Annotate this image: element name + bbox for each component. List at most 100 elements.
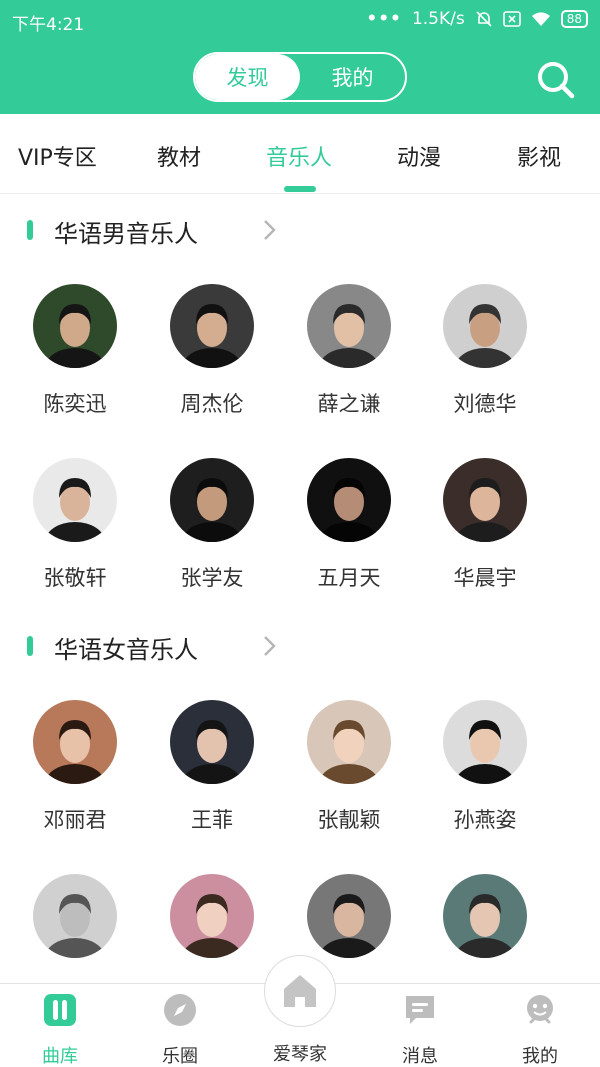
artist-card[interactable]: 陈奕迅	[15, 284, 135, 418]
mute-bell-icon	[476, 11, 492, 27]
nav-label: 我的	[522, 1046, 558, 1067]
avatar-photo	[443, 874, 527, 958]
artist-name: 张学友	[180, 566, 244, 590]
avatar-photo	[307, 700, 391, 784]
status-time: 下午4:21	[12, 15, 85, 35]
artist-avatar	[307, 284, 391, 368]
chevron-right-icon	[264, 220, 276, 240]
artist-name: 张敬轩	[43, 566, 107, 590]
artist-name: 五月天	[317, 566, 381, 590]
section-header-female[interactable]: 华语女音乐人	[0, 626, 600, 666]
nav-messages[interactable]: 消息	[370, 992, 470, 1067]
artist-avatar	[33, 284, 117, 368]
artist-avatar	[443, 874, 527, 958]
artist-avatar	[307, 874, 391, 958]
artist-card[interactable]: 孙燕姿	[425, 700, 545, 834]
section-title: 华语女音乐人	[54, 636, 198, 664]
status-bar: 下午4:21 ••• 1.5K/s 88	[0, 0, 600, 42]
sim-icon	[502, 11, 521, 27]
artist-card[interactable]: 五月天	[289, 458, 409, 592]
tab-film-tv[interactable]: 影视	[517, 140, 561, 172]
compass-icon	[164, 994, 196, 1026]
artist-card[interactable]: 张敬轩	[15, 458, 135, 592]
artist-avatar	[443, 458, 527, 542]
tab-musicians[interactable]: 音乐人	[266, 140, 332, 172]
artist-avatar	[443, 284, 527, 368]
avatar-photo	[443, 284, 527, 368]
artist-card[interactable]: 刘德华	[425, 284, 545, 418]
nav-label: 乐圈	[162, 1046, 198, 1067]
artist-name: 王菲	[191, 808, 233, 832]
avatar-photo	[33, 284, 117, 368]
chevron-right-icon	[264, 636, 276, 656]
artist-avatar	[443, 700, 527, 784]
battery-indicator: 88	[560, 10, 588, 28]
avatar-photo	[170, 700, 254, 784]
wifi-icon	[531, 12, 550, 26]
section-header-male[interactable]: 华语男音乐人	[0, 210, 600, 250]
discover-mine-toggle: 发现 我的	[193, 52, 407, 102]
tab-textbook[interactable]: 教材	[157, 140, 201, 172]
avatar-photo	[443, 700, 527, 784]
artist-avatar	[170, 458, 254, 542]
artist-avatar	[170, 700, 254, 784]
artist-name: 周杰伦	[180, 392, 244, 416]
artist-avatar	[33, 458, 117, 542]
nav-home[interactable]	[264, 955, 336, 1027]
top-header: 下午4:21 ••• 1.5K/s 88 发现 我的	[0, 0, 600, 114]
artist-avatar	[170, 284, 254, 368]
artist-avatar	[33, 874, 117, 958]
avatar-photo	[443, 458, 527, 542]
artist-name: 张靓颖	[317, 808, 381, 832]
category-tabs: VIP专区 教材 音乐人 动漫 影视	[0, 114, 600, 194]
nav-label: 消息	[402, 1046, 438, 1067]
artist-avatar	[307, 700, 391, 784]
avatar-photo	[307, 874, 391, 958]
home-icon	[284, 975, 316, 1007]
search-icon[interactable]	[534, 58, 576, 100]
tab-anime[interactable]: 动漫	[397, 140, 441, 172]
artist-name: 薛之谦	[317, 392, 381, 416]
artist-card[interactable]: 华晨宇	[425, 458, 545, 592]
nav-label: 曲库	[42, 1046, 78, 1067]
artist-card[interactable]: 张学友	[152, 458, 272, 592]
status-indicators: ••• 1.5K/s 88	[366, 9, 588, 29]
avatar-photo	[33, 458, 117, 542]
artist-name: 刘德华	[453, 392, 517, 416]
artist-name: 邓丽君	[43, 808, 107, 832]
status-dots: •••	[366, 9, 402, 29]
avatar-photo	[170, 284, 254, 368]
nav-home-label: 爱琴家	[273, 1044, 327, 1065]
section-marker	[27, 220, 33, 240]
section-title: 华语男音乐人	[54, 220, 198, 248]
avatar-photo	[307, 458, 391, 542]
avatar-photo	[33, 874, 117, 958]
artist-name: 华晨宇	[453, 566, 517, 590]
artist-card[interactable]: 张靓颖	[289, 700, 409, 834]
artist-avatar	[170, 874, 254, 958]
artist-name: 孙燕姿	[453, 808, 517, 832]
artist-name: 陈奕迅	[43, 392, 107, 416]
artist-card[interactable]: 王菲	[152, 700, 272, 834]
network-speed: 1.5K/s	[411, 9, 465, 29]
avatar-photo	[33, 700, 117, 784]
nav-library[interactable]: 曲库	[10, 992, 110, 1067]
artist-avatar	[307, 458, 391, 542]
nav-profile[interactable]: 我的	[490, 992, 590, 1067]
avatar-photo	[307, 284, 391, 368]
avatar-photo	[170, 458, 254, 542]
message-icon	[406, 996, 434, 1024]
avatar-photo	[170, 874, 254, 958]
segment-discover[interactable]: 发现	[195, 54, 300, 100]
artist-card[interactable]: 薛之谦	[289, 284, 409, 418]
artist-card[interactable]: 周杰伦	[152, 284, 272, 418]
active-tab-indicator	[284, 186, 316, 192]
artist-card[interactable]: 邓丽君	[15, 700, 135, 834]
tab-vip[interactable]: VIP专区	[18, 140, 97, 172]
artist-avatar	[33, 700, 117, 784]
section-marker	[27, 636, 33, 656]
nav-circle[interactable]: 乐圈	[130, 992, 230, 1067]
segment-mine[interactable]: 我的	[300, 54, 405, 100]
profile-icon	[527, 995, 553, 1024]
library-icon	[44, 994, 76, 1026]
